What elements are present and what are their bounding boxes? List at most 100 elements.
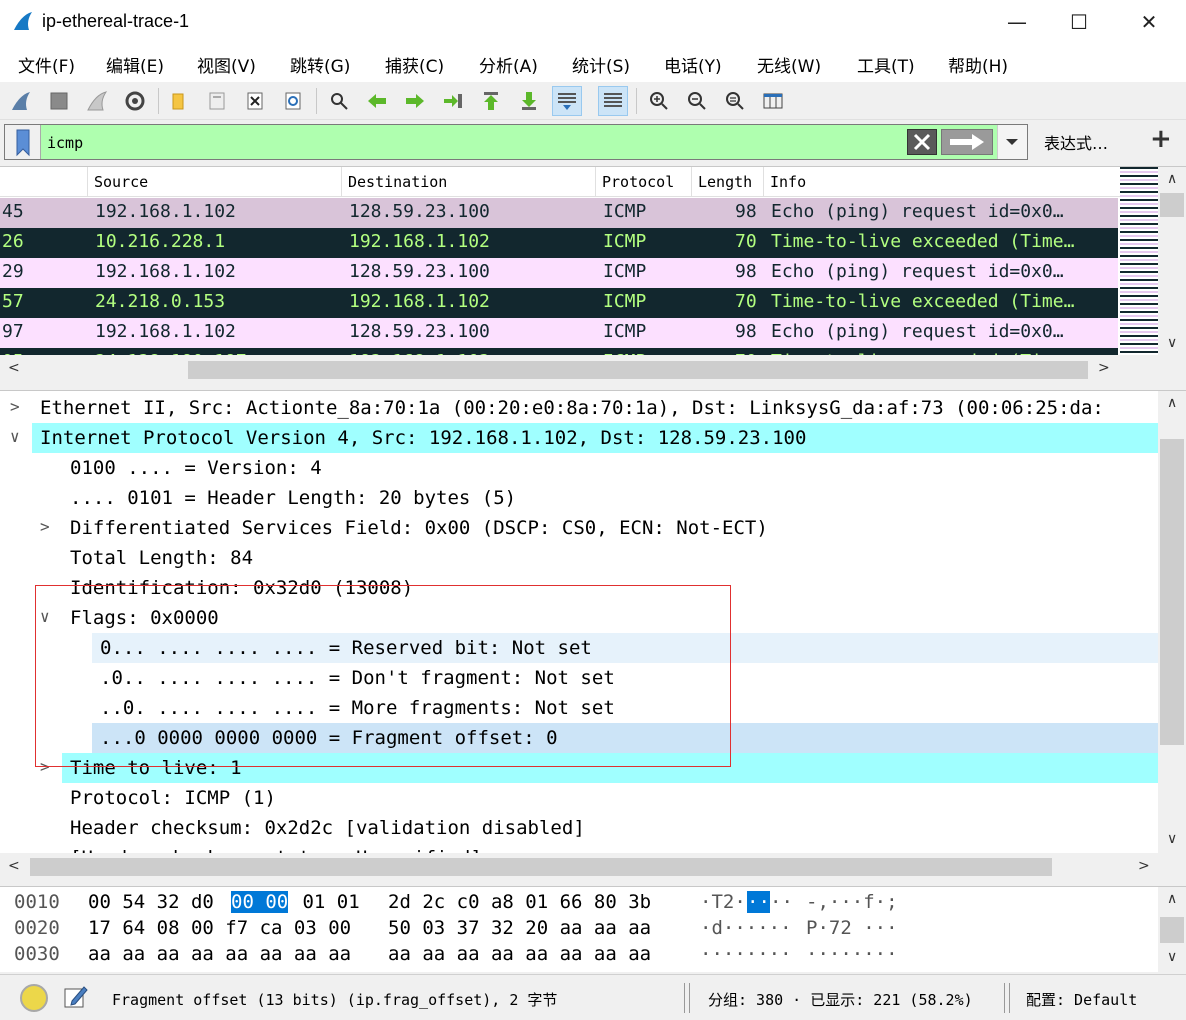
status-profile[interactable]: 配置: Default bbox=[1026, 989, 1137, 1010]
packet-row[interactable]: 97 192.168.1.102 128.59.23.100 ICMP 98 Echo (… bbox=[0, 318, 1118, 348]
byte-offset[interactable]: 0020 bbox=[14, 917, 60, 939]
ascii-bytes[interactable]: P·72 ··· bbox=[806, 917, 898, 939]
packet-row[interactable]: 26 10.216.228.1 192.168.1.102 ICMP 70 Time-to… bbox=[0, 228, 1118, 258]
menu-file[interactable]: 文件(F) bbox=[18, 52, 75, 77]
expand-arrow-icon[interactable]: > bbox=[10, 397, 20, 416]
display-filter-input[interactable]: icmp bbox=[47, 134, 83, 152]
bytes-vscrollbar[interactable]: ∧ ∨ bbox=[1158, 887, 1186, 972]
byte-offset[interactable]: 0030 bbox=[14, 943, 60, 965]
close-file-button[interactable] bbox=[240, 86, 270, 116]
detail-row[interactable]: .... 0101 = Header Length: 20 bytes (5) bbox=[0, 483, 1158, 513]
detail-row[interactable]: ∨ Internet Protocol Version 4, Src: 192.1… bbox=[0, 423, 1158, 453]
ascii-bytes[interactable]: -,···f·; bbox=[806, 891, 898, 913]
go-forward-button[interactable] bbox=[400, 86, 430, 116]
restart-capture-button[interactable] bbox=[82, 86, 112, 116]
packet-list-hscrollbar[interactable]: < > bbox=[0, 355, 1186, 384]
expert-info-indicator[interactable] bbox=[20, 984, 48, 1012]
close-button[interactable]: ✕ bbox=[1118, 0, 1180, 44]
apply-filter-button[interactable] bbox=[941, 129, 993, 155]
column-header-source[interactable]: Source bbox=[88, 167, 342, 197]
menu-capture[interactable]: 捕获(C) bbox=[385, 52, 444, 77]
detail-row[interactable]: Header checksum: 0x2d2c [validation disa… bbox=[0, 813, 1158, 843]
detail-row[interactable]: > Time to live: 1 bbox=[0, 753, 1158, 783]
packet-minimap[interactable] bbox=[1120, 167, 1158, 355]
column-header-protocol[interactable]: Protocol bbox=[596, 167, 692, 197]
maximize-button[interactable]: ☐ bbox=[1048, 0, 1110, 44]
detail-row[interactable]: ...0 0000 0000 0000 = Fragment offset: 0 bbox=[0, 723, 1158, 753]
scroll-thumb[interactable] bbox=[188, 361, 1088, 379]
hex-bytes[interactable]: aa aa aa aa aa aa aa aa bbox=[88, 943, 351, 965]
hex-bytes[interactable]: 01 01 bbox=[291, 891, 359, 913]
hex-bytes-selected[interactable]: 00 00 bbox=[231, 891, 289, 913]
expression-button[interactable]: 表达式… bbox=[1044, 130, 1108, 154]
last-packet-button[interactable] bbox=[514, 86, 544, 116]
scroll-thumb[interactable] bbox=[1160, 439, 1184, 745]
chevron-right-icon[interactable]: > bbox=[1098, 360, 1110, 376]
ascii-bytes[interactable]: ·d······ bbox=[700, 917, 792, 939]
capture-comment-button[interactable] bbox=[62, 983, 90, 1011]
reload-file-button[interactable] bbox=[278, 86, 308, 116]
zoom-in-button[interactable] bbox=[644, 86, 674, 116]
go-to-packet-button[interactable] bbox=[438, 86, 468, 116]
scroll-thumb[interactable] bbox=[1160, 193, 1184, 217]
save-file-button[interactable] bbox=[202, 86, 232, 116]
ascii-bytes[interactable]: ·· bbox=[770, 891, 793, 913]
detail-row[interactable]: > Differentiated Services Field: 0x00 (DS… bbox=[0, 513, 1158, 543]
column-header-destination[interactable]: Destination bbox=[342, 167, 596, 197]
chevron-down-icon[interactable]: ∨ bbox=[1167, 949, 1177, 965]
menu-go[interactable]: 跳转(G) bbox=[290, 52, 350, 77]
normal-size-button[interactable] bbox=[720, 86, 750, 116]
zoom-out-button[interactable] bbox=[682, 86, 712, 116]
hex-bytes[interactable]: aa aa aa aa aa aa aa aa bbox=[388, 943, 651, 965]
collapse-arrow-icon[interactable]: ∨ bbox=[40, 607, 50, 626]
detail-row[interactable]: Identification: 0x32d0 (13008) bbox=[0, 573, 1158, 603]
menu-view[interactable]: 视图(V) bbox=[197, 52, 256, 77]
clear-filter-button[interactable] bbox=[907, 129, 937, 155]
chevron-up-icon[interactable]: ∧ bbox=[1167, 171, 1177, 187]
capture-options-button[interactable] bbox=[120, 86, 150, 116]
minimize-button[interactable]: — bbox=[986, 0, 1048, 44]
detail-row[interactable]: ∨ Flags: 0x0000 bbox=[0, 603, 1158, 633]
ascii-bytes[interactable]: ·T2· bbox=[700, 891, 746, 913]
ascii-bytes[interactable]: ········ bbox=[806, 943, 898, 965]
detail-row[interactable]: Protocol: ICMP (1) bbox=[0, 783, 1158, 813]
hex-bytes[interactable]: 50 03 37 32 20 aa aa aa bbox=[388, 917, 651, 939]
packet-row[interactable]: 29 192.168.1.102 128.59.23.100 ICMP 98 Echo (… bbox=[0, 258, 1118, 288]
auto-scroll-button[interactable] bbox=[552, 86, 582, 116]
colorize-button[interactable] bbox=[598, 86, 628, 116]
ascii-bytes[interactable]: ········ bbox=[700, 943, 792, 965]
chevron-right-icon[interactable]: > bbox=[1138, 858, 1150, 874]
go-back-button[interactable] bbox=[362, 86, 392, 116]
details-hscrollbar[interactable]: < > bbox=[0, 853, 1186, 880]
detail-row[interactable]: .0.. .... .... .... = Don't fragment: No… bbox=[0, 663, 1158, 693]
detail-row[interactable]: 0... .... .... .... = Reserved bit: Not … bbox=[0, 633, 1158, 663]
menu-analyze[interactable]: 分析(A) bbox=[479, 52, 538, 77]
menu-statistics[interactable]: 统计(S) bbox=[572, 52, 630, 77]
menu-telephony[interactable]: 电话(Y) bbox=[664, 52, 722, 77]
packet-list-vscrollbar[interactable]: ∧ ∨ bbox=[1158, 167, 1186, 355]
menu-tools[interactable]: 工具(T) bbox=[857, 52, 915, 77]
filter-history-dropdown[interactable] bbox=[997, 125, 1027, 159]
menu-edit[interactable]: 编辑(E) bbox=[106, 52, 164, 77]
chevron-down-icon[interactable]: ∨ bbox=[1167, 831, 1177, 847]
hex-bytes[interactable]: 00 54 32 d0 bbox=[88, 891, 225, 913]
scroll-thumb[interactable] bbox=[1160, 917, 1184, 943]
column-header-info[interactable]: Info bbox=[764, 167, 1120, 197]
resize-columns-button[interactable] bbox=[758, 86, 788, 116]
hex-bytes[interactable]: 17 64 08 00 f7 ca 03 00 bbox=[88, 917, 351, 939]
details-vscrollbar[interactable]: ∧ ∨ bbox=[1158, 391, 1186, 853]
chevron-left-icon[interactable]: < bbox=[8, 858, 20, 874]
start-capture-button[interactable] bbox=[6, 86, 36, 116]
menu-wireless[interactable]: 无线(W) bbox=[757, 52, 821, 77]
ascii-bytes-selected[interactable]: ·· bbox=[747, 891, 770, 913]
add-filter-button[interactable]: + bbox=[1150, 124, 1172, 154]
column-header-no[interactable] bbox=[0, 167, 88, 197]
stop-capture-button[interactable] bbox=[44, 86, 74, 116]
scroll-thumb[interactable] bbox=[30, 858, 1052, 876]
open-file-button[interactable] bbox=[164, 86, 194, 116]
collapse-arrow-icon[interactable]: ∨ bbox=[10, 427, 20, 446]
packet-row[interactable]: 57 24.218.0.153 192.168.1.102 ICMP 70 Time-to… bbox=[0, 288, 1118, 318]
hex-bytes[interactable]: 2d 2c c0 a8 01 66 80 3b bbox=[388, 891, 651, 913]
chevron-down-icon[interactable]: ∨ bbox=[1167, 335, 1177, 351]
detail-row[interactable]: Total Length: 84 bbox=[0, 543, 1158, 573]
